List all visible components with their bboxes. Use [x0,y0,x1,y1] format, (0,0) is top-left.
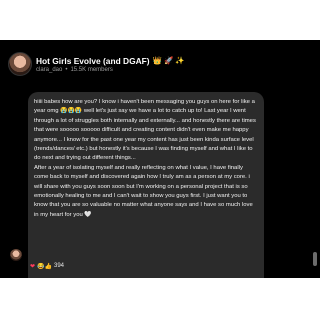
title-emojis: 👑 🚀 ✨ [152,56,185,66]
chat-frame: Hot Girls Evolve (and DGAF) 👑 🚀 ✨ clara_… [0,40,320,278]
creator-name[interactable]: clara_dao [36,67,62,73]
channel-title[interactable]: Hot Girls Evolve (and DGAF) [36,56,150,66]
reaction-count: 394 [53,263,64,269]
reaction-emojis: 😂👍 [37,263,52,270]
message-text: hiiii babes how are you? I know i haven'… [34,99,256,218]
channel-header: Hot Girls Evolve (and DGAF) 👑 🚀 ✨ clara_… [0,40,320,80]
message-bubble[interactable]: hiiii babes how are you? I know i haven'… [28,92,264,278]
channel-subtitle: clara_dao • 15.5K members [36,67,113,73]
scrollbar[interactable] [313,252,317,266]
avatar[interactable] [8,52,32,76]
separator-dot: • [65,67,68,73]
member-count[interactable]: 15.5K members [70,67,112,73]
reactions-bar[interactable]: ❤ 😂👍 394 [30,261,64,271]
title-row: Hot Girls Evolve (and DGAF) 👑 🚀 ✨ [36,54,185,68]
sender-avatar[interactable] [10,249,22,261]
heart-icon: ❤ [30,263,36,270]
